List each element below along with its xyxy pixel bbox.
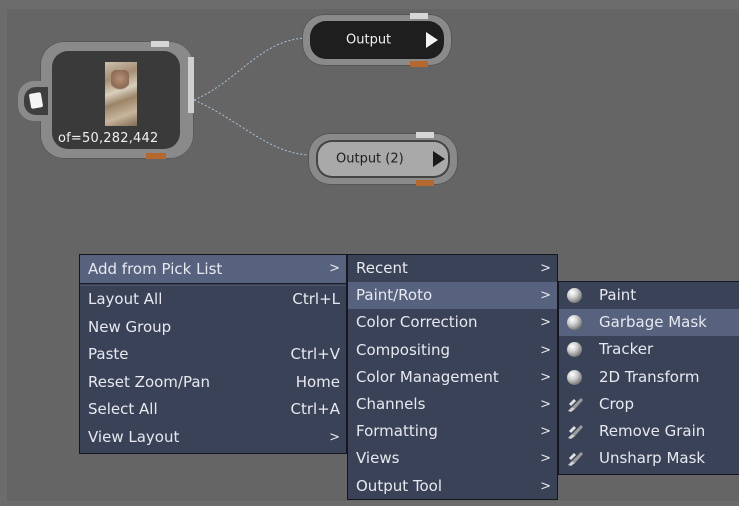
- output-node-port-top[interactable]: [410, 13, 428, 19]
- chevron-right-icon: >: [540, 369, 551, 385]
- menu-item-label: Unsharp Mask: [599, 449, 706, 468]
- menu-item-color-correction[interactable]: Color Correction >: [348, 309, 557, 336]
- menu-item-label: Add from Pick List: [88, 260, 223, 278]
- link-to-output-2: [193, 99, 313, 156]
- menu-item-label: Paste: [88, 345, 129, 363]
- chevron-right-icon: >: [329, 261, 340, 276]
- menu-item-label: Views: [356, 449, 400, 468]
- context-menu: Add from Pick List > Layout All Ctrl+L N…: [79, 254, 347, 454]
- menu-item-views[interactable]: Views >: [348, 445, 557, 472]
- output-2-node[interactable]: Output (2): [308, 132, 458, 186]
- sphere-icon: [567, 315, 582, 331]
- paint-roto-submenu: Paint Garbage Mask Tracker 2D Transform …: [558, 281, 739, 475]
- menu-item-crop[interactable]: Crop: [559, 391, 739, 418]
- menu-item-add-from-pick-list[interactable]: Add from Pick List >: [80, 255, 346, 283]
- menu-item-view-layout[interactable]: View Layout >: [80, 424, 346, 452]
- menu-item-shortcut: Ctrl+V: [290, 345, 340, 363]
- output-2-node-pill[interactable]: Output (2): [316, 140, 450, 178]
- output-node-pill[interactable]: Output: [310, 21, 444, 59]
- menu-item-shortcut: Home: [295, 372, 340, 391]
- menu-item-layout-all[interactable]: Layout All Ctrl+L: [80, 286, 346, 314]
- menu-item-label: Paint/Roto: [356, 286, 433, 305]
- menu-item-label: New Group: [88, 317, 172, 336]
- menu-item-label: Channels: [356, 394, 426, 413]
- menu-item-2d-transform[interactable]: 2D Transform: [559, 364, 739, 391]
- menu-item-new-group[interactable]: New Group: [80, 314, 346, 342]
- brush-icon: [568, 424, 583, 439]
- menu-item-reset-zoom-pan[interactable]: Reset Zoom/Pan Home: [80, 369, 346, 397]
- chevron-right-icon: >: [540, 451, 551, 467]
- chevron-right-icon: >: [540, 315, 551, 331]
- chevron-right-icon: >: [540, 342, 551, 358]
- menu-item-label: Paint: [599, 286, 637, 304]
- menu-item-compositing[interactable]: Compositing >: [348, 337, 557, 364]
- chevron-right-icon: >: [540, 424, 551, 440]
- brush-icon: [568, 397, 583, 412]
- source-node[interactable]: of=50,282,442: [18, 41, 194, 159]
- menu-item-paint[interactable]: Paint: [559, 282, 739, 309]
- menu-item-label: Recent: [356, 259, 408, 277]
- chevron-right-icon: >: [540, 396, 551, 412]
- source-port-bottom[interactable]: [146, 153, 166, 159]
- output-node-label: Output: [346, 32, 392, 48]
- menu-item-label: Compositing: [356, 340, 451, 359]
- menu-item-label: Tracker: [599, 340, 654, 359]
- chevron-right-icon: >: [540, 478, 551, 494]
- output-node[interactable]: Output: [302, 13, 452, 67]
- output-2-node-port-top[interactable]: [416, 132, 434, 138]
- menu-item-label: Select All: [88, 400, 158, 418]
- menu-item-formatting[interactable]: Formatting >: [348, 418, 557, 445]
- menu-item-color-management[interactable]: Color Management >: [348, 364, 557, 391]
- paper-icon: [28, 92, 44, 109]
- node-canvas[interactable]: of=50,282,442 Output Output (2) Add from…: [0, 0, 739, 506]
- chevron-right-icon: >: [540, 288, 551, 304]
- play-icon[interactable]: [433, 151, 445, 167]
- source-node-body[interactable]: of=50,282,442: [52, 51, 180, 149]
- menu-item-shortcut: Ctrl+A: [290, 400, 340, 418]
- menu-item-label: Layout All: [88, 290, 163, 308]
- menu-item-shortcut: Ctrl+L: [292, 290, 340, 308]
- sphere-icon: [567, 342, 582, 358]
- menu-item-label: Remove Grain: [599, 421, 706, 440]
- source-node-label: of=50,282,442: [58, 131, 159, 146]
- brush-icon: [568, 452, 583, 467]
- menu-item-label: Crop: [599, 394, 635, 413]
- menu-item-label: Reset Zoom/Pan: [88, 372, 211, 391]
- menu-item-paint-roto[interactable]: Paint/Roto >: [348, 282, 557, 310]
- sphere-icon: [567, 369, 582, 385]
- menu-item-label: Formatting: [356, 422, 438, 441]
- menu-item-channels[interactable]: Channels >: [348, 391, 557, 418]
- output-2-node-label: Output (2): [336, 151, 404, 167]
- chevron-right-icon: >: [540, 261, 551, 276]
- source-node-input-tab[interactable]: [18, 81, 48, 121]
- menu-item-unsharp-mask[interactable]: Unsharp Mask: [559, 445, 739, 472]
- source-thumbnail: [105, 62, 137, 126]
- menu-item-label: Output Tool: [356, 476, 443, 495]
- play-icon[interactable]: [426, 32, 438, 48]
- menu-item-label: View Layout: [88, 427, 180, 446]
- menu-item-label: Color Correction: [356, 313, 478, 332]
- chevron-right-icon: >: [329, 429, 340, 445]
- menu-item-recent[interactable]: Recent >: [348, 255, 557, 282]
- menu-item-remove-grain[interactable]: Remove Grain: [559, 418, 739, 445]
- link-to-output: [193, 37, 307, 101]
- menu-item-label: Garbage Mask: [599, 313, 707, 332]
- menu-item-label: Color Management: [356, 367, 499, 386]
- menu-item-paste[interactable]: Paste Ctrl+V: [80, 341, 346, 369]
- menu-item-output-tool[interactable]: Output Tool >: [348, 473, 557, 500]
- source-port-top[interactable]: [151, 41, 169, 47]
- source-port-right[interactable]: [188, 57, 194, 113]
- output-node-port-bottom[interactable]: [410, 61, 428, 67]
- category-submenu: Recent > Paint/Roto > Color Correction >…: [347, 254, 558, 500]
- menu-item-select-all[interactable]: Select All Ctrl+A: [80, 396, 346, 424]
- output-2-node-port-bottom[interactable]: [416, 180, 434, 186]
- menu-item-garbage-mask[interactable]: Garbage Mask: [559, 309, 739, 337]
- sphere-icon: [567, 288, 582, 303]
- menu-item-tracker[interactable]: Tracker: [559, 336, 739, 363]
- menu-item-label: 2D Transform: [599, 367, 700, 386]
